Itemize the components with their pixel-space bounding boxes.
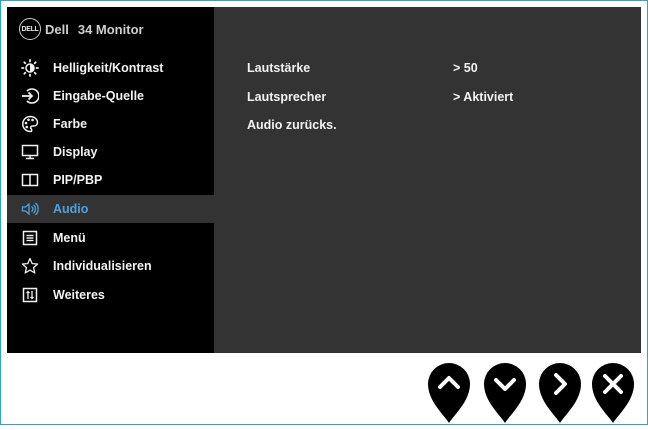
setting-audio-reset[interactable]: Audio zurücks. xyxy=(247,115,617,135)
menu-item-label: Helligkeit/Kontrast xyxy=(53,61,164,75)
brand-header: DELL Dell 34 Monitor xyxy=(19,18,144,40)
setting-volume[interactable]: Lautstärke > 50 xyxy=(247,58,617,78)
sidebar: DELL Dell 34 Monitor Helligkeit/Kontrast xyxy=(7,7,214,353)
menu-item-label: Menü xyxy=(53,231,86,245)
display-icon xyxy=(21,143,39,161)
menu-item-personalize[interactable]: Individualisieren xyxy=(7,252,214,280)
setting-speaker[interactable]: Lautsprecher > Aktiviert xyxy=(247,87,617,107)
others-icon xyxy=(21,286,39,304)
setting-value: > Aktiviert xyxy=(453,90,514,104)
speaker-icon xyxy=(21,200,39,218)
menu-item-pip-pbp[interactable]: PIP/PBP xyxy=(7,166,214,194)
dell-logo: DELL xyxy=(19,18,41,40)
brightness-icon xyxy=(21,59,39,77)
menu-item-menu[interactable]: Menü xyxy=(7,224,214,252)
menu-item-label: Farbe xyxy=(53,117,88,131)
brand-name: Dell xyxy=(45,21,69,37)
menu-item-label: Display xyxy=(53,145,98,159)
menu-item-label: Weiteres xyxy=(53,288,105,302)
input-source-icon xyxy=(21,87,39,105)
setting-value: > 50 xyxy=(453,61,478,75)
chevron-right-icon xyxy=(539,363,581,423)
menu-item-others[interactable]: Weiteres xyxy=(7,281,214,309)
menu-item-audio[interactable]: Audio xyxy=(7,195,214,223)
color-palette-icon xyxy=(21,115,39,133)
chevron-down-icon xyxy=(484,363,526,423)
menu-item-color[interactable]: Farbe xyxy=(7,110,214,138)
close-icon xyxy=(592,363,634,423)
exit-button[interactable] xyxy=(589,357,637,425)
menu-icon xyxy=(21,229,39,247)
menu-item-label: Audio xyxy=(53,202,89,216)
osd-menu: DELL Dell 34 Monitor Helligkeit/Kontrast xyxy=(7,7,641,353)
menu-item-label: PIP/PBP xyxy=(53,173,103,187)
menu-item-brightness-contrast[interactable]: Helligkeit/Kontrast xyxy=(7,54,214,82)
setting-label: Lautsprecher xyxy=(247,90,327,104)
pip-pbp-icon xyxy=(21,171,39,189)
next-button[interactable] xyxy=(536,357,584,425)
menu-item-display[interactable]: Display xyxy=(7,138,214,166)
star-icon xyxy=(21,257,39,275)
down-button[interactable] xyxy=(481,357,529,425)
monitor-model: 34 Monitor xyxy=(77,21,144,37)
chevron-up-icon xyxy=(428,363,470,423)
setting-label: Lautstärke xyxy=(247,61,311,75)
menu-item-input-source[interactable]: Eingabe-Quelle xyxy=(7,82,214,110)
menu-item-label: Individualisieren xyxy=(53,259,152,273)
up-button[interactable] xyxy=(425,357,473,425)
setting-label: Audio zurücks. xyxy=(247,118,337,132)
menu-item-label: Eingabe-Quelle xyxy=(53,89,144,103)
